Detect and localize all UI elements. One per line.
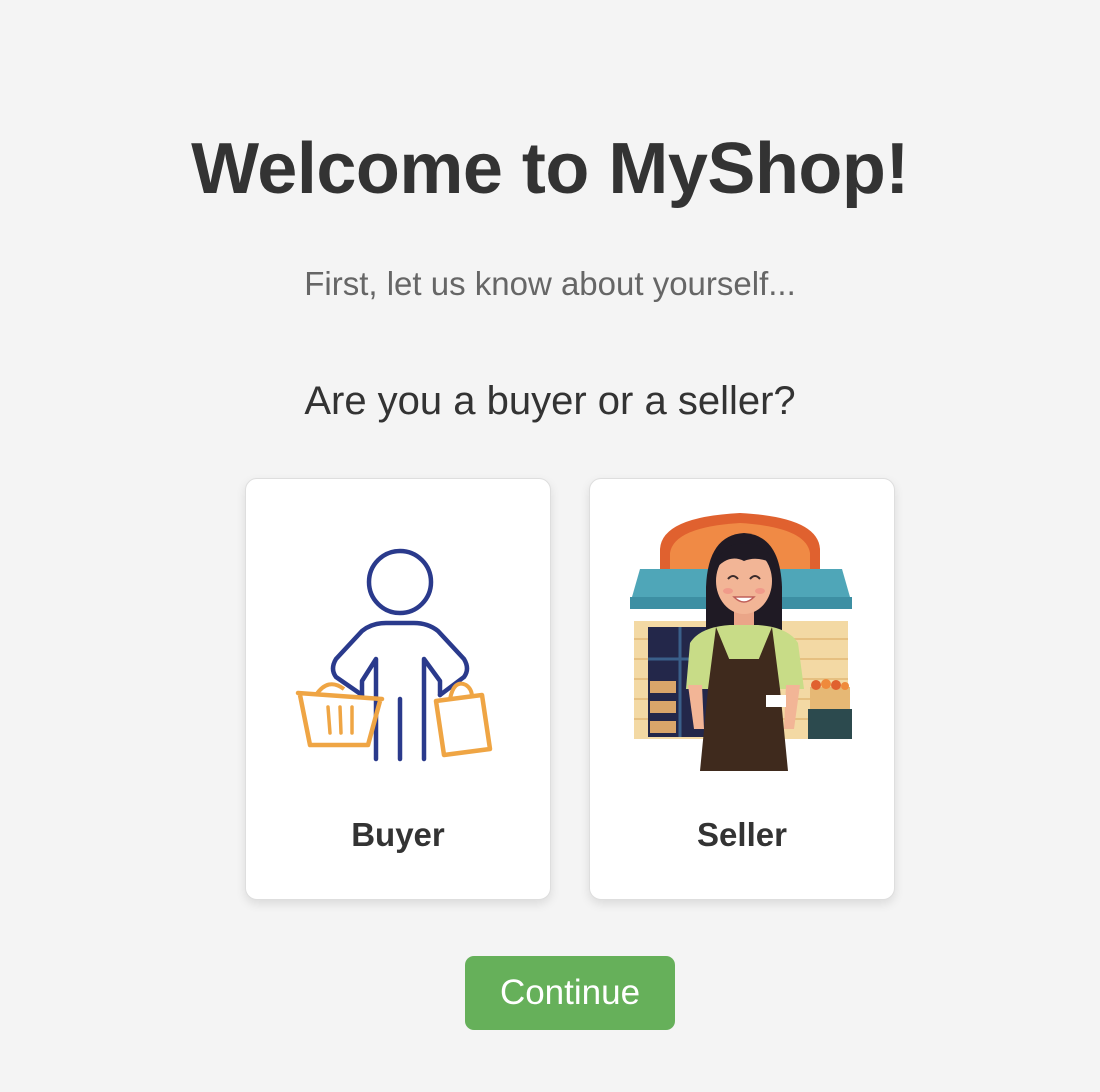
seller-option-label: Seller	[697, 816, 787, 853]
shopkeeper-in-front-of-store-icon	[630, 513, 852, 771]
buyer-option-label: Buyer	[351, 816, 445, 853]
continue-button[interactable]: Continue	[465, 956, 675, 1030]
role-question: Are you a buyer or a seller?	[304, 379, 796, 423]
onboarding-page: Welcome to MyShop! First, let us know ab…	[0, 0, 1100, 1092]
shopper-with-basket-and-bag-icon	[295, 548, 493, 762]
buyer-option-card[interactable]: Buyer	[245, 478, 551, 900]
page-title: Welcome to MyShop!	[191, 129, 909, 209]
seller-option-card[interactable]: Seller	[589, 478, 895, 900]
page-subtitle: First, let us know about yourself...	[304, 265, 796, 302]
